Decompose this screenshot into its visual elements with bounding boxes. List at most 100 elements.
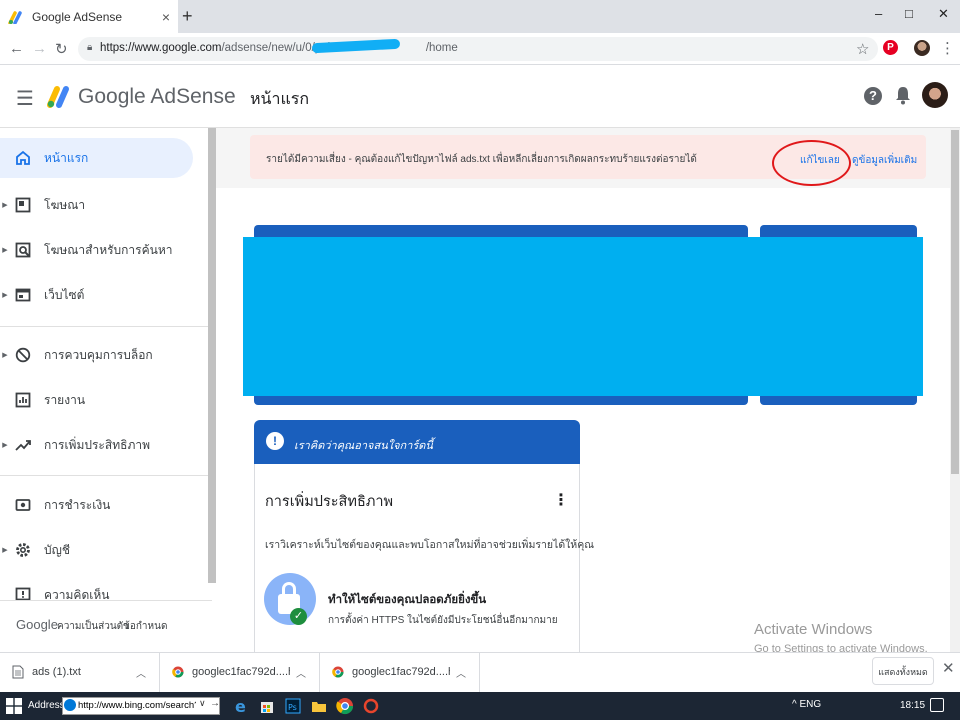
scrollbar-thumb[interactable]	[951, 130, 959, 474]
learn-more-link[interactable]: ดูข้อมูลเพิ่มเติม	[852, 153, 917, 168]
tray-text: ^ ENG	[792, 699, 822, 710]
lock-icon[interactable]: 🔒︎	[87, 42, 92, 53]
sidebar-divider	[0, 326, 212, 327]
store-icon[interactable]	[258, 697, 276, 715]
sidebar-item-payments[interactable]: การชำระเงิน	[0, 485, 205, 525]
sidebar-item-label: การควบคุมการบล็อก	[44, 347, 153, 362]
sidebar-item-optimization[interactable]: ▶ การเพิ่มประสิทธิภาพ	[0, 425, 205, 465]
tab-title: Google AdSense	[32, 9, 123, 24]
activate-windows-watermark: Activate Windows	[754, 621, 873, 638]
account-gear-icon	[14, 541, 32, 559]
sidebar-item-blocking-controls[interactable]: ▶ การควบคุมการบล็อก	[0, 335, 205, 375]
bookmark-star-icon[interactable]: ☆	[856, 40, 869, 58]
sidebar-scrollbar[interactable]	[208, 128, 216, 583]
ads-icon	[14, 196, 32, 214]
url-text[interactable]: https://www.google.com/adsense/new/u/0/p…	[100, 42, 458, 54]
download-item[interactable]: googlec1fac792d....html ︿	[320, 652, 480, 692]
profile-avatar-icon[interactable]	[914, 40, 930, 56]
card-more-menu-icon[interactable]: ⋮	[553, 490, 569, 510]
download-filename: googlec1fac792d....html	[352, 666, 450, 678]
payments-icon	[14, 496, 32, 514]
terms-link[interactable]: ข้อกำหนด	[123, 619, 167, 634]
clock[interactable]: 18:15	[900, 700, 925, 711]
photoshop-icon[interactable]: Ps	[284, 697, 302, 715]
expand-caret-icon: ▶	[2, 202, 8, 209]
chrome-icon[interactable]	[336, 697, 354, 715]
alert-text: รายได้มีความเสี่ยง - คุณต้องแก้ไขปัญหาไฟ…	[266, 154, 697, 165]
url-end: /home	[425, 42, 458, 54]
sidebar-item-label: หน้าแรก	[44, 150, 89, 165]
dropdown-chevron-icon[interactable]: ∨	[199, 698, 206, 709]
https-item-text: การตั้งค่า HTTPS ในไซต์ยังมีประโยชน์อื่น…	[328, 615, 558, 626]
expand-caret-icon: ▶	[2, 247, 8, 254]
sidebar-item-label: การชำระเงิน	[44, 497, 111, 512]
chrome-mini-icon	[64, 699, 76, 711]
svg-text:Ps: Ps	[288, 703, 297, 712]
reports-icon	[14, 391, 32, 409]
windows-start-icon[interactable]	[6, 698, 22, 714]
chrome-file-icon	[172, 666, 184, 678]
brand-name: Google AdSense	[78, 85, 236, 108]
optimization-icon	[14, 436, 32, 454]
chevron-up-icon[interactable]: ︿	[296, 665, 306, 680]
expand-caret-icon: ▶	[2, 442, 8, 449]
show-all-downloads-button[interactable]: แสดงทั้งหมด	[872, 657, 934, 685]
forward-arrow-icon[interactable]: →	[32, 40, 47, 57]
adsense-logo-icon	[47, 86, 69, 108]
svg-text:e: e	[235, 697, 246, 715]
back-arrow-icon[interactable]: ←	[9, 40, 24, 57]
url-host: https://www.google.com	[100, 42, 222, 54]
opportunity-header-text: เราคิดว่าคุณอาจสนใจการ์ดนี้	[294, 440, 433, 452]
account-avatar[interactable]	[922, 82, 948, 108]
search-ads-icon	[14, 241, 32, 259]
privacy-link[interactable]: ความเป็นส่วนตัว	[57, 619, 129, 634]
system-tray[interactable]: ^ ENG	[792, 699, 821, 710]
notifications-bell-icon[interactable]	[894, 85, 912, 105]
browser-menu-icon[interactable]: ⋮	[940, 39, 955, 57]
pinterest-extension-icon[interactable]: P	[883, 40, 898, 55]
sidebar-item-search-ads[interactable]: ▶ โฆษณาสำหรับการค้นหา	[0, 230, 205, 270]
notifications-icon[interactable]	[930, 698, 944, 712]
sidebar-footer: Google ความเป็นส่วนตัว ข้อกำหนด	[0, 600, 212, 650]
minimize-button[interactable]: –	[875, 6, 882, 21]
sidebar-item-label: โฆษณาสำหรับการค้นหา	[44, 242, 173, 257]
hamburger-menu-icon[interactable]: ☰	[16, 86, 34, 111]
sidebar-item-label: รายงาน	[44, 392, 86, 407]
sidebar-item-label: เว็บไซต์	[44, 287, 85, 302]
close-downloads-icon[interactable]: ✕	[942, 659, 955, 677]
window-close-button[interactable]: ✕	[938, 6, 949, 22]
sidebar-item-sites[interactable]: ▶ เว็บไซต์	[0, 275, 205, 315]
tab-google-adsense[interactable]: Google AdSense ×	[0, 0, 178, 33]
sidebar-item-label: การเพิ่มประสิทธิภาพ	[44, 437, 150, 452]
https-item-title[interactable]: ทำให้ไซต์ของคุณปลอดภัยยิ่งขึ้น	[328, 591, 486, 609]
opportunity-description: เราวิเคราะห์เว็บไซต์ของคุณและพบโอกาสใหม่…	[265, 539, 594, 551]
download-item[interactable]: ads (1).txt ︿	[0, 652, 160, 692]
sidebar-item-reports[interactable]: รายงาน	[0, 380, 205, 420]
earnings-redaction	[243, 237, 923, 396]
reload-icon[interactable]: ↻	[55, 40, 68, 58]
file-explorer-icon[interactable]	[310, 697, 328, 715]
taskbar-address-value[interactable]: http://www.bing.com/search?c	[78, 700, 196, 711]
chevron-up-icon[interactable]: ︿	[456, 665, 466, 680]
help-icon[interactable]: ?	[864, 87, 882, 105]
main-scrollbar[interactable]	[950, 128, 960, 652]
maximize-button[interactable]: □	[905, 6, 913, 21]
page-title: หน้าแรก	[250, 91, 310, 108]
sidebar-item-home[interactable]: หน้าแรก	[0, 138, 193, 178]
check-icon: ✓	[290, 608, 307, 625]
tab-close-icon[interactable]: ×	[162, 9, 170, 25]
download-item[interactable]: googlec1fac792d....html ︿	[160, 652, 320, 692]
edge-icon[interactable]: e	[233, 697, 251, 715]
sidebar-divider	[0, 475, 212, 476]
sidebar-item-account[interactable]: ▶ บัญชี	[0, 530, 205, 570]
annotation-red-circle	[772, 140, 851, 186]
chevron-up-icon[interactable]: ︿	[136, 665, 146, 680]
sidebar-item-label: โฆษณา	[44, 197, 86, 212]
go-arrow-icon[interactable]: →	[210, 698, 220, 709]
sites-icon	[14, 286, 32, 304]
sidebar-item-ads[interactable]: ▶ โฆษณา	[0, 185, 205, 225]
expand-caret-icon: ▶	[2, 292, 8, 299]
expand-caret-icon: ▶	[2, 547, 8, 554]
app-icon[interactable]	[362, 697, 380, 715]
new-tab-button[interactable]: +	[182, 6, 193, 27]
